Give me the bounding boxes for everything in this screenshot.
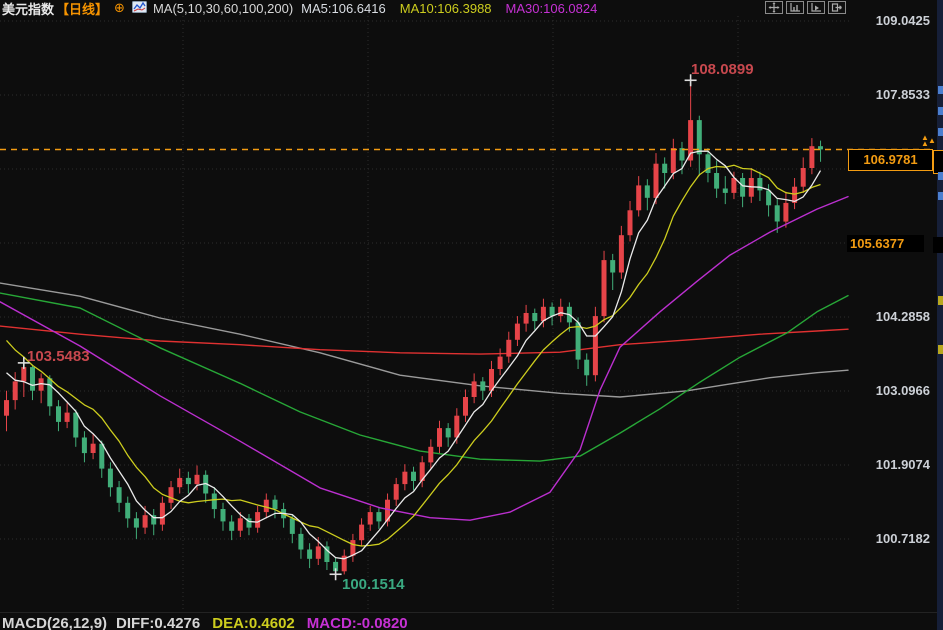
compare-add-icon[interactable]: ⊕ [114,0,125,16]
right-panel-fragment [938,345,943,354]
pane-separator [0,612,943,613]
ma30-value: MA30:106.0824 [505,0,598,16]
ma-line-MA100 [0,325,849,355]
annotation-high-price: 108.0899 [691,61,754,78]
right-panel-fragment [938,86,943,94]
macd-value: MACD:-0.0820 [306,615,408,630]
right-panel-fragment [938,172,943,180]
axis-playback-icon[interactable] [807,1,825,14]
axis-scale-icon[interactable] [786,1,804,14]
annotation-low-price: 100.1514 [342,576,405,593]
trading-chart-screen: 美元指数 【日线】 ⊕ MA(5,10,30,60,100,200) MA5:1… [0,0,943,630]
pan-crosshair-icon[interactable] [765,1,783,14]
right-panel-fragment [933,237,943,253]
right-panel-fragment [938,107,943,115]
macd-status-row: MACD(26,12,9) DIFF:0.4276 DEA:0.4602 MAC… [2,615,408,630]
ma-line-MA5 [6,150,822,560]
right-panel-fragment [938,128,943,136]
marked-low-price-badge: 105.6377 [847,235,924,252]
ma-settings-label: MA(5,10,30,60,100,200) [152,0,294,16]
ma10-value: MA10:106.3988 [399,0,492,16]
right-panel-fragment [938,192,943,200]
current-price-badge: 106.9781 [848,149,933,171]
macd-params-label: MACD(26,12,9) [2,615,108,630]
right-panel-fragment [938,296,943,305]
export-right-icon[interactable] [828,1,846,14]
ma5-value: MA5:106.6416 [301,0,386,16]
period-selector[interactable]: 【日线】 [56,0,108,18]
right-panel-fragment [933,150,943,174]
right-panel-edge [937,0,943,630]
annotation-left-high-price: 103.5483 [27,348,90,365]
chart-toolbar [765,1,846,14]
ma-line-MA60 [0,292,849,462]
dea-value: DEA:0.4602 [212,615,295,630]
symbol-name: 美元指数 [2,1,55,17]
diff-value: DIFF:0.4276 [116,615,201,630]
ma-line-MA200 [0,282,849,398]
candlestick-chart-canvas[interactable] [0,0,943,630]
chart-header: 美元指数 【日线】 ⊕ MA(5,10,30,60,100,200) MA5:1… [2,0,598,18]
right-panel-arrow-fragment: ▲ [928,136,936,145]
candlestick-layer [4,80,823,575]
indicator-chart-icon[interactable] [131,0,147,16]
